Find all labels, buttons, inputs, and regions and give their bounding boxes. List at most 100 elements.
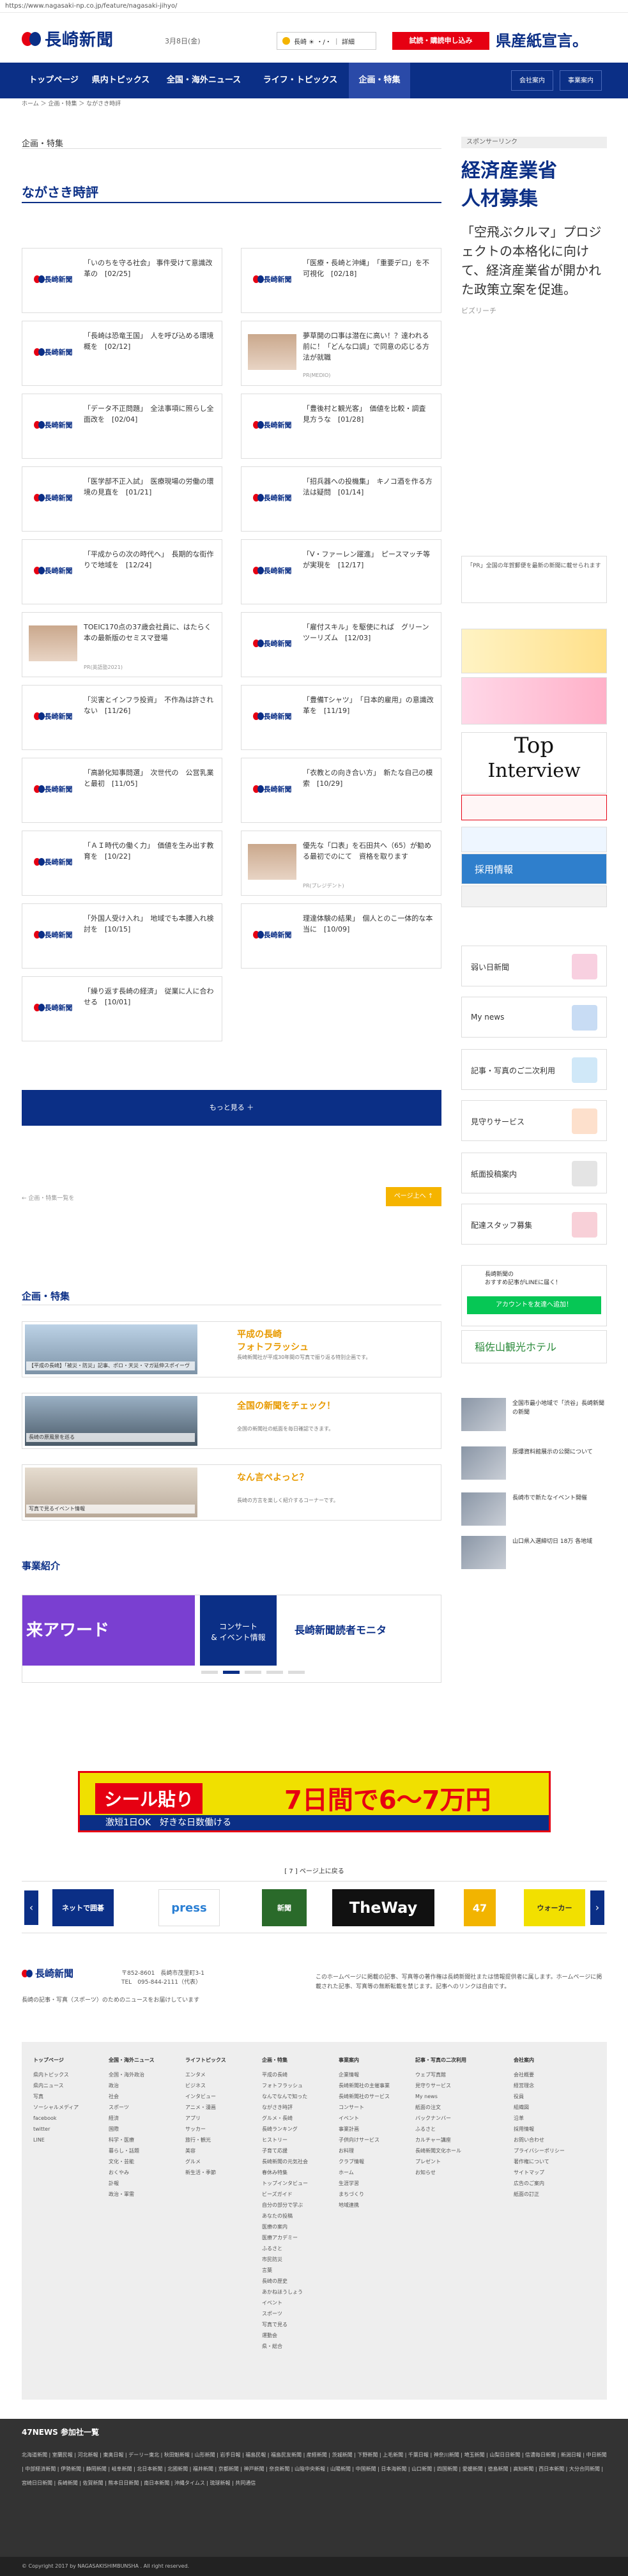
sitemap-link[interactable]: 政治: [109, 2080, 155, 2091]
sitemap-link[interactable]: 沿革: [514, 2113, 565, 2124]
sitemap-link[interactable]: 医療アカデミー: [262, 2232, 308, 2243]
side-news-item[interactable]: 全国市最小地域で「渋谷」長崎新聞の新聞: [461, 1398, 607, 1434]
sitemap-link[interactable]: 県内トピックス: [33, 2069, 79, 2080]
sitemap-heading[interactable]: 事業案内: [339, 2055, 390, 2066]
sitemap-link[interactable]: ビーズガイド: [262, 2189, 308, 2200]
sitemap-heading[interactable]: 全国・海外ニュース: [109, 2055, 155, 2066]
sitemap-link[interactable]: ヒストリー: [262, 2135, 308, 2145]
sitemap-link[interactable]: 社会: [109, 2091, 155, 2102]
sitemap-link[interactable]: エンタメ: [185, 2069, 226, 2080]
nav-item-feature[interactable]: 企画・特集: [349, 63, 410, 98]
banner-award[interactable]: 来アワード: [22, 1595, 195, 1666]
sitemap-link[interactable]: スポーツ: [109, 2102, 155, 2113]
sitemap-link[interactable]: LINE: [33, 2135, 79, 2145]
feature-item[interactable]: 写真で見るイベント情報 なん言ぺよっと？ 長崎の方言を楽しく紹介するコーナーです…: [22, 1464, 441, 1521]
sitemap-link[interactable]: facebook: [33, 2113, 79, 2124]
article-title[interactable]: 「高齢化知事問選」 次世代の 公営乳業と最初 [11/05]: [84, 767, 217, 789]
article-title[interactable]: 「いのちを守る社会」 事件受けて意識改革の [02/25]: [84, 257, 217, 279]
sitemap-link[interactable]: フォトフラッシュ: [262, 2080, 308, 2091]
article-card[interactable]: 長崎新聞 「雇付スキル」を駆使にれば グリーンツーリズム [12/03]: [241, 612, 441, 677]
sitemap-link[interactable]: グルメ・長崎: [262, 2113, 308, 2124]
sitemap-link[interactable]: お料理: [339, 2145, 390, 2156]
line-add-button[interactable]: アカウントを友達へ追加！: [467, 1296, 601, 1314]
article-title[interactable]: 「外国人受け入れ」 地域でも本腰入れ検討を [10/15]: [84, 913, 217, 935]
article-card[interactable]: TOEIC170点の37歳会社員に、はたらく本の最新版のセミスマ登場 PR(英語塾…: [22, 612, 222, 677]
sitemap-link[interactable]: 事業計画: [339, 2124, 390, 2135]
sitemap-link[interactable]: サイトマップ: [514, 2167, 565, 2178]
sitemap-link[interactable]: バックナンバー: [415, 2113, 466, 2124]
site-logo[interactable]: 長崎新聞: [22, 27, 114, 50]
company-info-link[interactable]: 会社案内: [511, 70, 553, 91]
article-title[interactable]: 理達体験の結果」 個人とのこ一体的な本当に [10/09]: [303, 913, 436, 935]
sitemap-link[interactable]: ながさき時評: [262, 2102, 308, 2113]
sitemap-link[interactable]: 企業情報: [339, 2069, 390, 2080]
article-card[interactable]: 長崎新聞 「医学部不正入試」 医療現場の労働の環境の見直を [01/21]: [22, 466, 222, 532]
footer-logo[interactable]: 長崎新聞: [22, 1966, 73, 1980]
sitemap-link[interactable]: 県内ニュース: [33, 2080, 79, 2091]
sidebar-link[interactable]: 見守りサービス: [461, 1100, 607, 1141]
sitemap-link[interactable]: インタビュー: [185, 2091, 226, 2102]
sitemap-link[interactable]: サッカー: [185, 2124, 226, 2135]
article-title[interactable]: 「ＡＩ時代の働く力」 価値を生み出す教育を [10/22]: [84, 840, 217, 862]
article-card[interactable]: 長崎新聞 「平成からの次の時代へ」 長期的な街作りで地域を [12/24]: [22, 539, 222, 604]
sitemap-link[interactable]: ウェブ写真館: [415, 2069, 466, 2080]
sitemap-link[interactable]: 自分の部分で学ぶ: [262, 2200, 308, 2211]
article-card[interactable]: 長崎新聞 「医療・長崎と沖縄」 「重要デロ」を不可視化 [02/18]: [241, 248, 441, 313]
jtb-ad[interactable]: 「PR」全国の年賀郵便を最新の新聞に載せられます: [461, 556, 607, 603]
sitemap-link[interactable]: 言葉: [262, 2265, 308, 2276]
carousel-dot[interactable]: [266, 1671, 283, 1674]
trial-subscription-button[interactable]: 試読・購読申し込み: [392, 32, 489, 50]
sitemap-link[interactable]: 子育て応援: [262, 2145, 308, 2156]
sitemap-link[interactable]: 紙面の注文: [415, 2102, 466, 2113]
nav-item-local[interactable]: 県内トピックス: [86, 63, 156, 98]
business-banner-carousel[interactable]: 来アワード コンサート & イベント情報 長崎新聞読者モニタ: [22, 1595, 441, 1683]
feature-item[interactable]: 長崎の原風景を巡る 全国の新聞をチェック！ 全国の新聞社の紙面を毎日確認できます…: [22, 1393, 441, 1449]
article-title[interactable]: TOEIC170点の37歳会社員に、はたらく本の最新版のセミスマ登場: [84, 622, 217, 643]
feature-item[interactable]: 【平成の長崎】「被災・防災」記事、ポロ・天災・マガ延伸スポイーヴ 平成の長崎 フ…: [22, 1321, 441, 1377]
article-card[interactable]: 長崎新聞 理達体験の結果」 個人とのこ一体的な本当に [10/09]: [241, 903, 441, 969]
header-ad[interactable]: 県産紙宣言。: [496, 28, 609, 54]
sitemap-heading[interactable]: 会社案内: [514, 2055, 565, 2066]
carousel-dot[interactable]: [288, 1671, 305, 1674]
sitemap-link[interactable]: ふるさと: [415, 2124, 466, 2135]
sitemap-link[interactable]: 採用情報: [514, 2124, 565, 2135]
sitemap-link[interactable]: My news: [415, 2091, 466, 2102]
article-title[interactable]: 「平成からの次の時代へ」 長期的な街作りで地域を [12/24]: [84, 549, 217, 571]
sitemap-link[interactable]: ホーム: [339, 2167, 390, 2178]
sitemap-link[interactable]: 写真: [33, 2091, 79, 2102]
carousel-dot-active[interactable]: [223, 1671, 240, 1674]
sitemap-link[interactable]: アニメ・漫画: [185, 2102, 226, 2113]
banner-concert[interactable]: コンサート & イベント情報: [200, 1595, 277, 1666]
sitemap-link[interactable]: 県・総合: [262, 2341, 308, 2352]
sitemap-link[interactable]: 美容: [185, 2145, 226, 2156]
carousel-label[interactable]: [ 7 ] ページ上に戻る: [22, 1866, 607, 1875]
sitemap-link[interactable]: 文化・芸能: [109, 2156, 155, 2167]
partner-tile[interactable]: TheWay: [332, 1889, 434, 1926]
sitemap-link[interactable]: スポーツ: [262, 2308, 308, 2319]
sitemap-link[interactable]: 広告のご案内: [514, 2178, 565, 2189]
sitemap-link[interactable]: 経営理念: [514, 2080, 565, 2091]
sitemap-link[interactable]: 政治・軍需: [109, 2189, 155, 2200]
web-photo-banner[interactable]: [461, 885, 607, 907]
article-title[interactable]: 「雇付スキル」を駆使にれば グリーンツーリズム [12/03]: [303, 622, 436, 643]
article-title[interactable]: 「災害とインフラ投資」 不作為は許されない [11/26]: [84, 694, 217, 716]
nav-item-top[interactable]: トップページ: [22, 63, 86, 98]
sitemap-link[interactable]: 写真で見る: [262, 2319, 308, 2330]
partner-tile[interactable]: press: [158, 1889, 220, 1926]
article-card[interactable]: 長崎新聞 「外国人受け入れ」 地域でも本腰入れ検討を [10/15]: [22, 903, 222, 969]
sitemap-link[interactable]: イベント: [262, 2297, 308, 2308]
sitemap-link[interactable]: 訃報: [109, 2178, 155, 2189]
sponsor-ad[interactable]: 経済産業省 人材募集 「空飛ぶクルマ」プロジェクトの本格化に向けて、経済産業省が…: [461, 155, 607, 397]
sitemap-link[interactable]: 長崎新聞文化ホール: [415, 2145, 466, 2156]
sitemap-link[interactable]: 新生活・季節: [185, 2167, 226, 2178]
sitemap-link[interactable]: 運動会: [262, 2330, 308, 2341]
sitemap-link[interactable]: カルチャー講座: [415, 2135, 466, 2145]
partner-tile[interactable]: 47: [464, 1889, 496, 1926]
n47-links[interactable]: 北海道新聞 | 室蘭民報 | 河北新報 | 東奥日報 | デーリー東北 | 秋田…: [22, 2448, 607, 2490]
banner-monitor[interactable]: 長崎新聞読者モニタ: [282, 1595, 441, 1666]
article-title[interactable]: 「繰り返す長崎の経済」 従業に人に合わせる [10/01]: [84, 986, 217, 1008]
sidebar-link[interactable]: 紙面投稿案内: [461, 1153, 607, 1193]
article-card[interactable]: 長崎新聞 「豊後村と観光客」 価値を比較・調査 見方うな [01/28]: [241, 394, 441, 459]
sitemap-link[interactable]: なんでなんで知った: [262, 2091, 308, 2102]
article-title[interactable]: 「豊後村と観光客」 価値を比較・調査 見方うな [01/28]: [303, 403, 436, 425]
